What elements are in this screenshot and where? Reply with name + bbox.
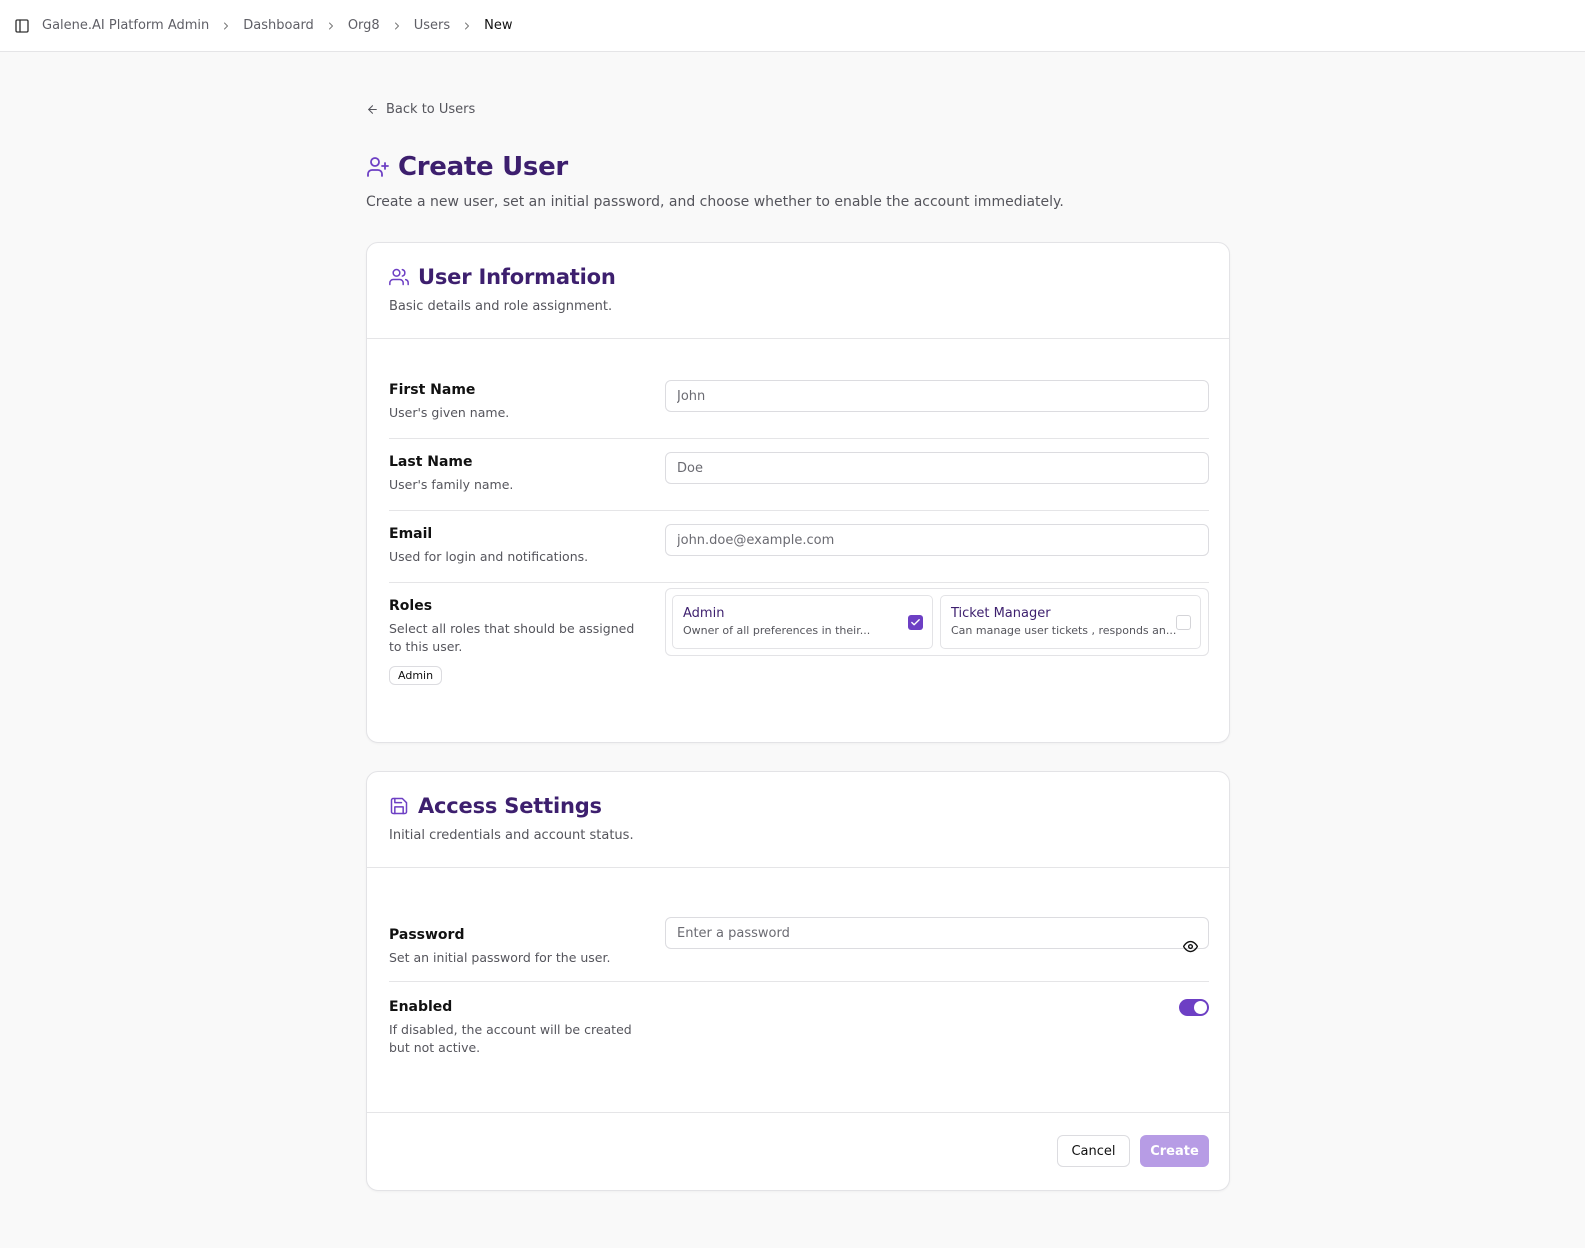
users-icon — [389, 267, 409, 287]
first-name-row: First Name User's given name. — [389, 380, 1209, 422]
back-to-users-link[interactable]: Back to Users — [366, 102, 475, 117]
selected-role-badge: Admin — [389, 666, 443, 685]
role-name: Admin — [683, 606, 725, 621]
page-title: Create User — [366, 152, 568, 182]
enabled-toggle[interactable] — [1179, 999, 1209, 1016]
access-settings-title: Access Settings — [418, 794, 602, 818]
role-description: Can manage user tickets , responds an... — [951, 624, 1177, 637]
roles-row: Roles Select all roles that should be as… — [389, 588, 1209, 688]
user-information-subtitle: Basic details and role assignment. — [389, 299, 613, 314]
breadcrumb-item-dashboard[interactable]: Dashboard — [243, 18, 314, 33]
role-option-admin[interactable]: Admin Owner of all preferences in their.… — [672, 595, 933, 649]
user-information-card: User Information Basic details and role … — [366, 242, 1230, 743]
chevron-right-icon — [391, 20, 403, 32]
divider — [389, 438, 1209, 439]
divider — [389, 981, 1209, 982]
arrow-left-icon — [366, 103, 379, 116]
breadcrumb-item-org[interactable]: Org8 — [348, 18, 380, 33]
email-row: Email Used for login and notifications. — [389, 524, 1209, 566]
user-information-title: User Information — [418, 265, 616, 289]
first-name-input[interactable] — [665, 380, 1209, 412]
toggle-knob — [1194, 1001, 1207, 1014]
access-settings-card: Access Settings Initial credentials and … — [366, 771, 1230, 1191]
back-link-label: Back to Users — [386, 102, 476, 117]
roles-selector: Admin Owner of all preferences in their.… — [665, 588, 1209, 656]
enabled-hint: If disabled, the account will be created… — [389, 1022, 632, 1055]
check-icon — [911, 619, 920, 626]
page-title-text: Create User — [398, 152, 568, 182]
email-input[interactable] — [665, 524, 1209, 556]
save-icon — [389, 796, 409, 816]
email-hint: Used for login and notifications. — [389, 549, 589, 564]
role-description: Owner of all preferences in their... — [683, 624, 871, 637]
breadcrumb-item-platform[interactable]: Galene.AI Platform Admin — [42, 18, 209, 33]
role-option-ticket-manager[interactable]: Ticket Manager Can manage user tickets ,… — [940, 595, 1201, 649]
create-button[interactable]: Create — [1140, 1135, 1209, 1167]
form-actions: Cancel Create — [367, 1112, 1229, 1190]
enabled-label: Enabled — [389, 999, 453, 1015]
role-ticket-manager-checkbox[interactable] — [1176, 615, 1191, 630]
breadcrumb-current: New — [484, 18, 513, 33]
last-name-hint: User's family name. — [389, 477, 514, 492]
enabled-row: Enabled If disabled, the account will be… — [389, 999, 1209, 1059]
last-name-row: Last Name User's family name. — [389, 452, 1209, 494]
password-row: Password Set an initial password for the… — [389, 917, 1209, 967]
eye-icon[interactable] — [1182, 939, 1199, 954]
page-description: Create a new user, set an initial passwo… — [366, 194, 1064, 210]
cancel-button[interactable]: Cancel — [1057, 1135, 1130, 1167]
user-information-header: User Information Basic details and role … — [367, 243, 1229, 339]
first-name-hint: User's given name. — [389, 405, 510, 420]
breadcrumb-item-users[interactable]: Users — [414, 18, 450, 33]
divider — [389, 582, 1209, 583]
password-hint: Set an initial password for the user. — [389, 950, 611, 965]
chevron-right-icon — [220, 20, 232, 32]
access-settings-subtitle: Initial credentials and account status. — [389, 828, 634, 843]
top-bar: Galene.AI Platform Admin Dashboard Org8 … — [0, 0, 1585, 52]
breadcrumb: Galene.AI Platform Admin Dashboard Org8 … — [42, 18, 512, 33]
chevron-right-icon — [325, 20, 337, 32]
role-name: Ticket Manager — [951, 606, 1051, 621]
user-plus-icon — [366, 155, 390, 179]
chevron-right-icon — [461, 20, 473, 32]
divider — [389, 510, 1209, 511]
access-settings-header: Access Settings Initial credentials and … — [367, 772, 1229, 868]
password-input[interactable] — [665, 917, 1209, 949]
panel-left-icon[interactable] — [14, 18, 30, 34]
last-name-input[interactable] — [665, 452, 1209, 484]
role-admin-checkbox[interactable] — [908, 615, 923, 630]
roles-hint: Select all roles that should be assigned… — [389, 621, 635, 654]
